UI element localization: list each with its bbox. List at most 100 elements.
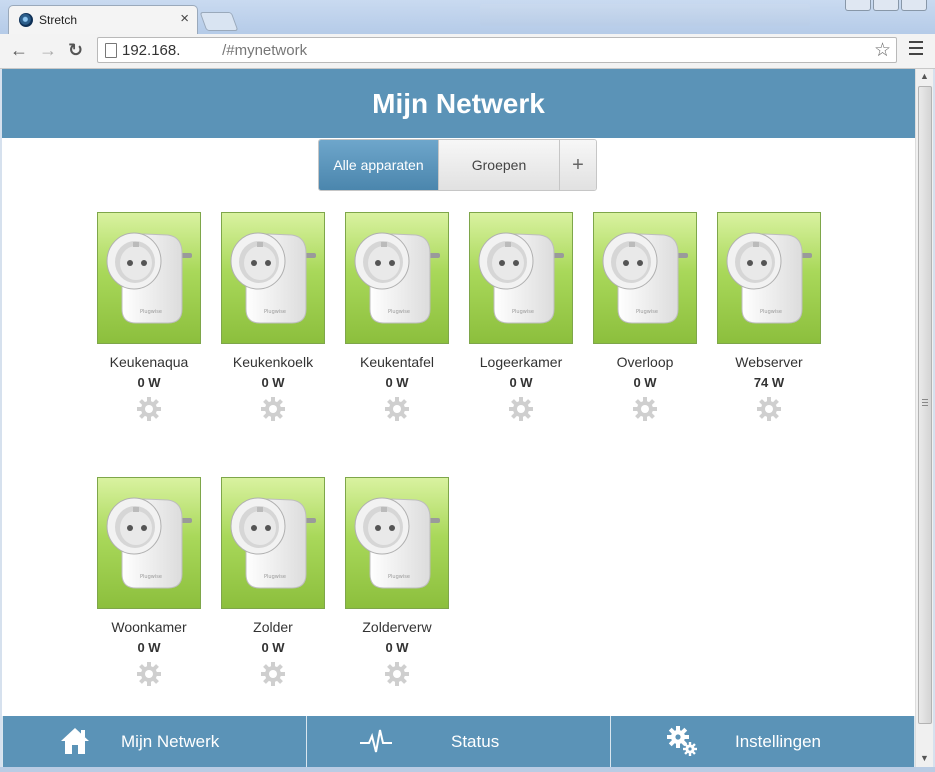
view-switcher: Alle apparaten Groepen + [318,139,597,191]
smart-plug-icon: Plugwise [354,232,440,324]
device-image[interactable]: Plugwise [593,212,697,344]
tab-all-devices[interactable]: Alle apparaten [319,140,439,190]
device-settings-gear-icon[interactable] [136,396,162,422]
nav-settings-label: Instellingen [735,732,822,751]
device-image[interactable]: Plugwise [97,477,201,609]
svg-text:Plugwise: Plugwise [264,309,286,315]
nav-status-label: Status [451,732,500,751]
page-icon [105,43,117,58]
device-power: 0 W [137,640,161,655]
scroll-thumb[interactable] [918,86,932,724]
device-card[interactable]: Plugwise Woonkamer 0 W [87,477,211,687]
scroll-down-icon[interactable]: ▼ [920,753,929,763]
device-settings-gear-icon[interactable] [632,396,658,422]
bookmark-star-icon[interactable]: ☆ [874,39,891,62]
url-text: 192.168. /#mynetwork [122,42,307,59]
device-name: Woonkamer [111,619,187,635]
reload-icon[interactable]: ↻ [68,39,83,61]
device-name: Keukenkoelk [232,354,314,370]
new-tab-button[interactable] [199,12,239,31]
svg-text:Plugwise: Plugwise [388,574,410,580]
device-image[interactable]: Plugwise [717,212,821,344]
home-icon [61,728,89,754]
smart-plug-icon: Plugwise [354,497,440,589]
back-icon[interactable]: ← [10,39,28,61]
device-power: 74 W [753,375,785,390]
device-image[interactable]: Plugwise [345,212,449,344]
page-header: Mijn Netwerk [2,69,915,138]
device-image[interactable]: Plugwise [221,477,325,609]
device-card[interactable]: Plugwise Keukentafel 0 W [335,212,459,422]
device-power: 0 W [633,375,657,390]
device-name: Keukentafel [360,354,434,370]
url-path: /#mynetwork [222,42,308,59]
device-power: 0 W [385,640,409,655]
device-settings-gear-icon[interactable] [384,661,410,687]
forward-icon[interactable]: → [39,39,57,61]
device-card[interactable]: Plugwise Overloop 0 W [583,212,707,422]
svg-text:Plugwise: Plugwise [636,309,658,315]
page-scrollbar[interactable]: ▲ ▼ [915,69,933,767]
device-settings-gear-icon[interactable] [756,396,782,422]
browser-toolbar: ← → ↻ 192.168. /#mynetwork ☆ [0,34,935,69]
tab-groups[interactable]: Groepen [439,140,560,190]
page-viewport: Mijn Netwerk Alle apparaten Groepen + Pl… [2,69,915,767]
tab-title: Stretch [39,13,78,27]
browser-tab-strip: Stretch × [0,0,935,34]
pulse-icon [360,729,392,753]
tab-close-icon[interactable]: × [180,11,189,26]
device-image[interactable]: Plugwise [97,212,201,344]
smart-plug-icon: Plugwise [106,497,192,589]
device-image[interactable]: Plugwise [345,477,449,609]
nav-my-network-label: Mijn Netwerk [121,732,220,751]
device-name: Logeerkamer [479,354,563,370]
smart-plug-icon: Plugwise [230,497,316,589]
window-controls [845,0,927,11]
maximize-button[interactable] [873,0,899,11]
device-card[interactable]: Plugwise Keukenaqua 0 W [87,212,211,422]
scroll-grip-icon [922,399,928,408]
svg-text:Plugwise: Plugwise [264,574,286,580]
browser-menu-icon[interactable] [909,41,923,59]
device-card[interactable]: Plugwise Keukenkoelk 0 W [211,212,335,422]
url-host: 192.168. [122,42,181,59]
nav-my-network[interactable]: Mijn Netwerk [2,716,306,767]
svg-text:Plugwise: Plugwise [388,309,410,315]
minimize-button[interactable] [845,0,871,11]
device-power: 0 W [261,640,285,655]
background-window-strip [480,4,810,26]
device-image[interactable]: Plugwise [221,212,325,344]
address-bar[interactable]: 192.168. /#mynetwork ☆ [97,37,897,63]
scroll-up-icon[interactable]: ▲ [920,71,929,81]
svg-text:Plugwise: Plugwise [760,309,782,315]
device-name: Zolderverw [362,619,432,635]
device-name: Keukenaqua [109,354,189,370]
device-power: 0 W [137,375,161,390]
nav-status[interactable]: Status [306,716,610,767]
device-settings-gear-icon[interactable] [260,661,286,687]
svg-text:Plugwise: Plugwise [140,574,162,580]
device-settings-gear-icon[interactable] [136,661,162,687]
device-card[interactable]: Plugwise Zolder 0 W [211,477,335,687]
nav-settings[interactable]: Instellingen [610,716,915,767]
device-card[interactable]: Plugwise Logeerkamer 0 W [459,212,583,422]
close-window-button[interactable] [901,0,927,11]
device-name: Overloop [616,354,674,370]
device-power: 0 W [509,375,533,390]
device-settings-gear-icon[interactable] [508,396,534,422]
smart-plug-icon: Plugwise [602,232,688,324]
device-power: 0 W [385,375,409,390]
svg-text:Plugwise: Plugwise [140,309,162,315]
device-card[interactable]: Plugwise Webserver 74 W [707,212,831,422]
bottom-navigation: Mijn Netwerk Status Instellingen [2,716,915,767]
browser-tab[interactable]: Stretch × [8,5,198,34]
device-settings-gear-icon[interactable] [260,396,286,422]
device-settings-gear-icon[interactable] [384,396,410,422]
add-button[interactable]: + [560,140,596,190]
device-card[interactable]: Plugwise Zolderverw 0 W [335,477,459,687]
device-image[interactable]: Plugwise [469,212,573,344]
window-frame [0,767,935,772]
device-name: Zolder [253,619,293,635]
device-name: Webserver [735,354,803,370]
stretch-favicon-icon [19,13,33,27]
